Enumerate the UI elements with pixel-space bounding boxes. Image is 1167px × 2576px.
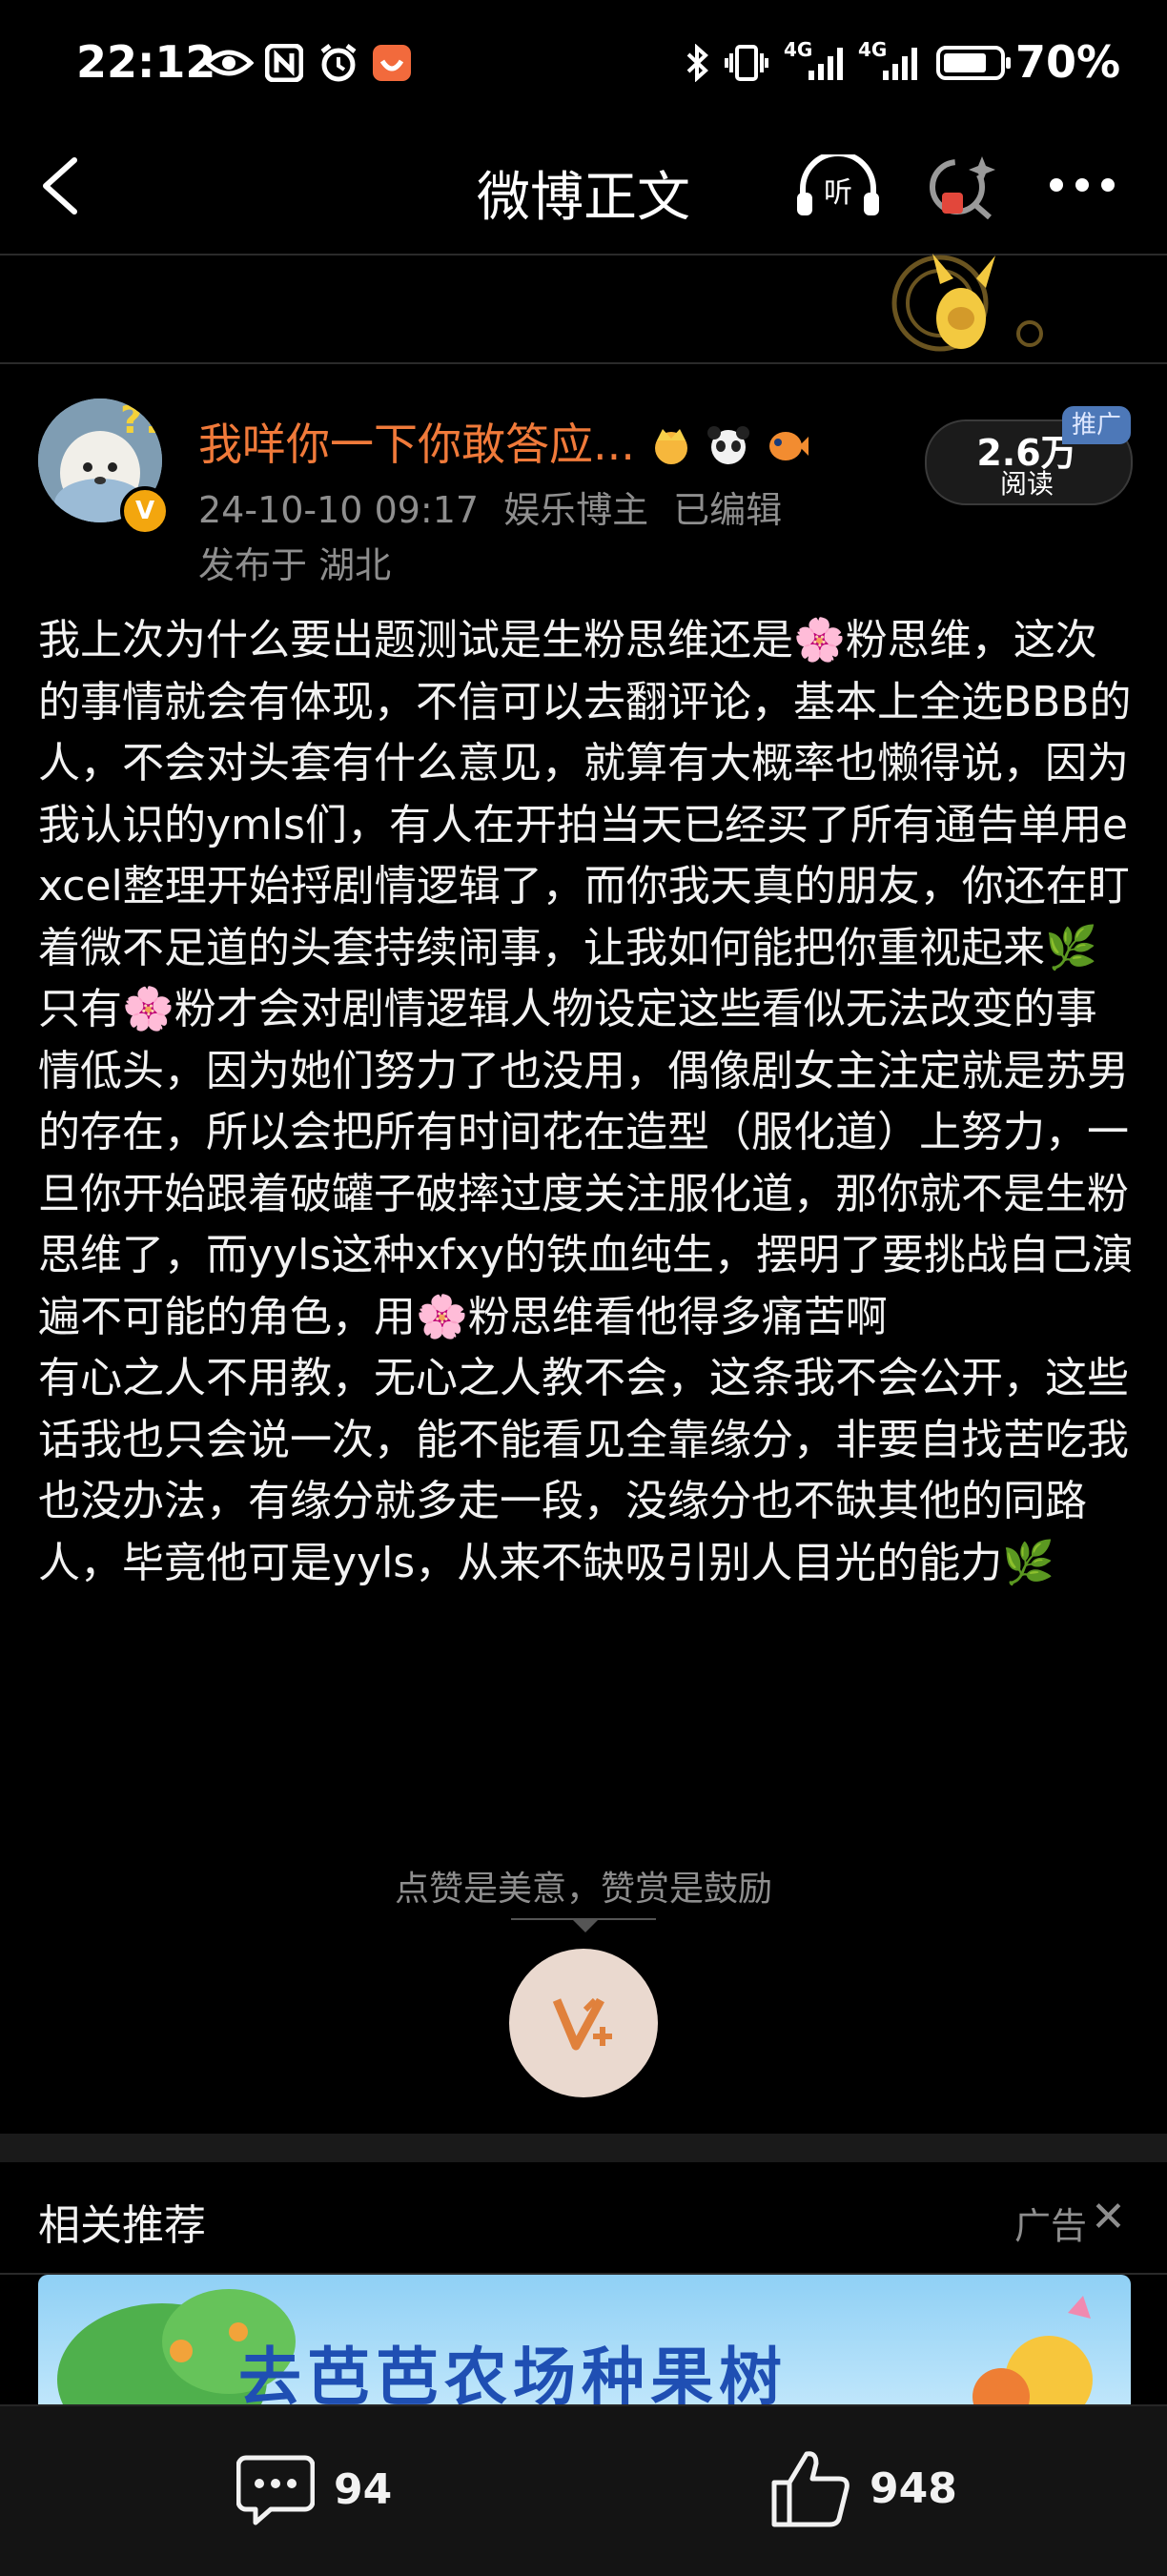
post-location: 发布于 湖北 xyxy=(198,544,392,586)
like-button[interactable]: 948 xyxy=(770,2448,957,2528)
svg-text:??: ?? xyxy=(120,399,162,442)
signal-icon xyxy=(883,48,917,80)
nfc-icon xyxy=(265,44,303,82)
bottom-action-bar xyxy=(0,2404,1167,2576)
vibrate-icon xyxy=(725,45,768,81)
status-time: 22:12 xyxy=(76,36,216,88)
crown-badge-icon xyxy=(654,429,687,464)
bluetooth-icon xyxy=(686,44,708,82)
author-role: 娱乐博主 xyxy=(503,489,649,531)
reward-hint: 点赞是美意，赞赏是鼓励 xyxy=(394,1870,772,1909)
eye-icon xyxy=(204,50,254,76)
ad-label: 广告 xyxy=(1014,2205,1088,2247)
comment-icon xyxy=(236,2455,315,2525)
edited-label: 已编辑 xyxy=(673,489,783,531)
reward-caret-icon xyxy=(572,1919,599,1932)
reward-button[interactable] xyxy=(509,1949,658,2097)
panda-badge-icon xyxy=(707,426,750,464)
post-content: 我上次为什么要出题测试是生粉思维还是🌸粉思维，这次的事情就会有体现，不信可以去翻… xyxy=(38,610,1135,1594)
close-icon[interactable]: ✕ xyxy=(1091,2193,1126,2241)
related-title: 相关推荐 xyxy=(38,2201,206,2250)
read-label: 阅读 xyxy=(999,468,1054,500)
section-divider xyxy=(0,2134,1167,2162)
comment-count: 94 xyxy=(334,2464,393,2514)
alarm-icon xyxy=(320,44,357,82)
like-count: 948 xyxy=(870,2464,957,2513)
listen-icon[interactable]: 听 xyxy=(793,154,883,217)
post-paragraph: 我上次为什么要出题测试是生粉思维还是🌸粉思维，这次的事情就会有体现，不信可以去翻… xyxy=(38,616,1132,972)
svg-text:听: 听 xyxy=(824,176,852,210)
shopping-app-icon xyxy=(373,45,411,81)
post-paragraph: 只有🌸粉才会对剧情逻辑人物设定这些看似无法改变的事情低头，因为她们努力了也没用，… xyxy=(38,985,1134,1341)
promo-tag: 推广 xyxy=(1062,406,1131,444)
battery-icon xyxy=(936,46,1011,80)
post-paragraph: 有心之人不用教，无心之人教不会，这条我不会公开，这些话我也只会说一次，能不能看见… xyxy=(38,1354,1129,1587)
post-date: 24-10-10 09:17 xyxy=(198,489,480,531)
author-name[interactable]: 我咩你一下你敢答应... xyxy=(198,410,809,473)
ai-assistant-icon[interactable] xyxy=(923,151,999,219)
mascot-decoration-icon xyxy=(891,254,1043,352)
comment-button[interactable]: 94 xyxy=(236,2452,392,2526)
battery-percent: 70% xyxy=(1015,36,1121,88)
post-meta: 24-10-10 09:17 娱乐博主 已编辑 xyxy=(198,480,807,533)
fish-badge-icon xyxy=(768,432,809,460)
like-icon xyxy=(771,2451,850,2527)
signal-icon xyxy=(809,48,843,80)
verified-badge: V xyxy=(120,486,170,536)
more-icon[interactable] xyxy=(1047,175,1117,194)
reward-icon xyxy=(552,1997,612,2051)
